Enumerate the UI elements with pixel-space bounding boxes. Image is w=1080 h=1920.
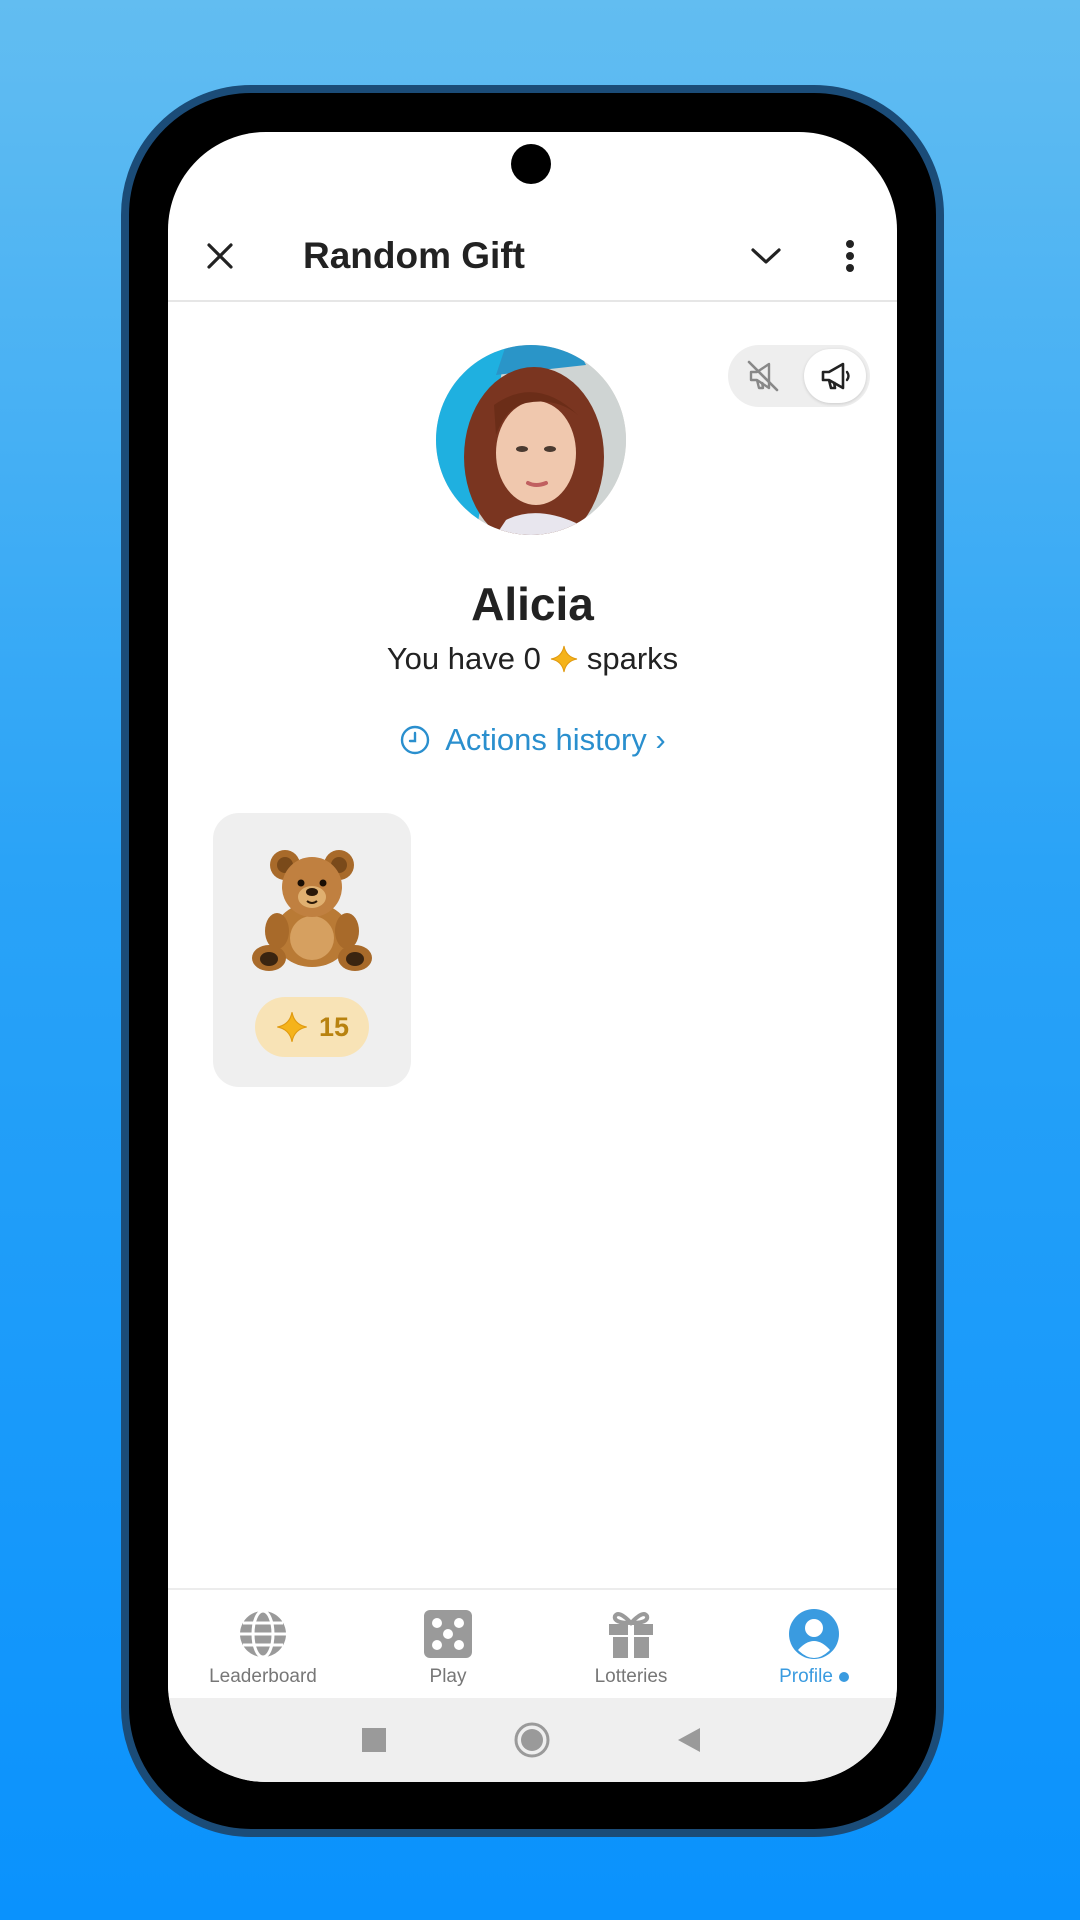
app-header: Random Gift bbox=[168, 210, 897, 302]
page-title: Random Gift bbox=[303, 235, 525, 276]
close-icon bbox=[207, 243, 233, 269]
profile-icon bbox=[789, 1609, 839, 1659]
spark-icon bbox=[277, 1012, 307, 1042]
gift-price: 15 bbox=[255, 997, 369, 1057]
sound-toggle bbox=[728, 345, 870, 407]
square-icon bbox=[362, 1728, 386, 1752]
gift-price-value: 15 bbox=[318, 1011, 350, 1042]
nav-item-lotteries[interactable]: Lotteries bbox=[541, 1608, 721, 1688]
more-menu-button[interactable] bbox=[828, 230, 872, 282]
nav-item-play[interactable]: Play bbox=[358, 1608, 538, 1688]
home-button[interactable] bbox=[514, 1722, 550, 1763]
gift-card-teddy-bear[interactable]: 15 bbox=[213, 813, 411, 1087]
home-circle-icon bbox=[514, 1722, 550, 1758]
actions-history-label: Actions history › bbox=[445, 722, 666, 757]
spark-icon bbox=[550, 645, 577, 673]
nav-label-lotteries: Lotteries bbox=[594, 1666, 668, 1687]
teddy-bear-icon bbox=[252, 850, 372, 971]
collapse-button[interactable] bbox=[740, 230, 792, 282]
avatar-photo bbox=[436, 345, 626, 535]
actions-history-link[interactable]: Actions history › bbox=[168, 722, 897, 758]
sparks-prefix: You have 0 bbox=[386, 641, 541, 676]
sound-on-button[interactable] bbox=[804, 349, 866, 403]
nav-label-leaderboard: Leaderboard bbox=[209, 1666, 317, 1687]
recent-apps-button[interactable] bbox=[361, 1727, 387, 1758]
nav-item-leaderboard[interactable]: Leaderboard bbox=[173, 1608, 353, 1688]
active-indicator-dot bbox=[838, 1672, 849, 1682]
sound-on-icon bbox=[821, 362, 850, 390]
sparks-suffix: sparks bbox=[586, 641, 679, 676]
profile-name: Alicia bbox=[471, 578, 594, 630]
more-vertical-icon bbox=[846, 240, 854, 272]
nav-label-profile: Profile bbox=[779, 1666, 833, 1687]
gift-icon bbox=[609, 1612, 653, 1658]
nav-item-profile[interactable]: Profile bbox=[724, 1608, 897, 1688]
clock-icon bbox=[401, 725, 430, 755]
dice-icon bbox=[424, 1610, 472, 1658]
close-button[interactable] bbox=[194, 230, 246, 282]
avatar bbox=[436, 345, 626, 535]
sound-off-button[interactable] bbox=[732, 349, 794, 403]
globe-icon bbox=[240, 1609, 286, 1659]
app-screen: Random Gift Alicia You have 0 sparks Act… bbox=[168, 132, 897, 1782]
system-navigation-bar bbox=[168, 1698, 897, 1782]
back-button[interactable] bbox=[676, 1726, 702, 1759]
back-triangle-icon bbox=[678, 1728, 700, 1752]
sound-off-icon bbox=[747, 360, 779, 392]
chevron-down-icon bbox=[751, 248, 781, 264]
bottom-navigation: Leaderboard Play Lotteries Profile bbox=[168, 1588, 897, 1698]
front-camera bbox=[511, 144, 551, 184]
sparks-balance: You have 0 sparks bbox=[168, 641, 897, 677]
nav-label-play: Play bbox=[429, 1666, 467, 1687]
